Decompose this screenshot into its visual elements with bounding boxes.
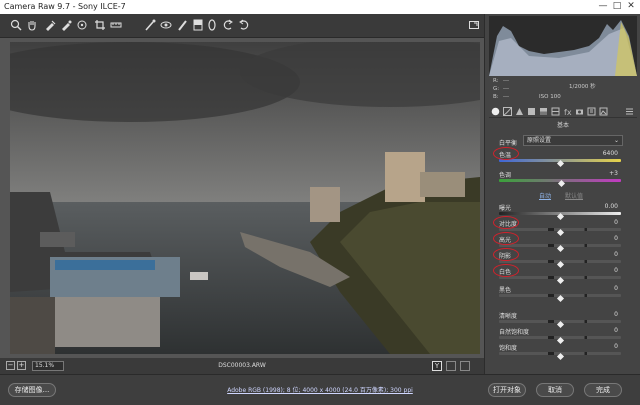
slider-thumb[interactable] — [556, 228, 564, 237]
highlight-oval — [493, 147, 519, 160]
done-button[interactable]: 完成 — [584, 383, 622, 397]
slider-value[interactable]: 0 — [614, 235, 618, 242]
slider-value[interactable]: 0 — [614, 311, 618, 318]
slider-label: 自然饱和度 — [499, 329, 530, 336]
compare-view-button[interactable] — [446, 361, 456, 371]
cancel-button[interactable]: 取消 — [536, 383, 574, 397]
chevron-down-icon: ⌄ — [613, 137, 619, 144]
highlight-oval — [493, 248, 519, 261]
section-title: 基本 — [556, 122, 569, 129]
slider-value[interactable]: +3 — [609, 170, 618, 177]
image-canvas[interactable] — [0, 38, 484, 358]
slider-thumb[interactable] — [556, 212, 564, 221]
minimize-button[interactable]: — — [596, 1, 610, 13]
slider-value[interactable]: 0 — [614, 251, 618, 258]
maximize-button[interactable]: □ — [610, 1, 624, 13]
graduated-filter-icon[interactable] — [192, 19, 204, 31]
slider-label: 色调 — [499, 172, 512, 179]
slider-thumb[interactable] — [556, 294, 564, 303]
highlight-oval — [493, 264, 519, 277]
slider-value[interactable]: 0 — [614, 267, 618, 274]
highlight-oval — [493, 232, 519, 245]
crop-icon[interactable] — [94, 19, 106, 31]
rotate-left-icon[interactable] — [222, 19, 234, 31]
white-balance-select[interactable]: 原照设置 ⌄ — [523, 135, 623, 146]
exif-info: R: --- G: --- B: --- 1/2000 秒 ISO 100 — [489, 76, 637, 102]
hand-icon[interactable] — [26, 19, 38, 31]
slider-label: 黑色 — [499, 287, 512, 294]
zoom-icon[interactable] — [10, 19, 22, 31]
adjustment-brush-icon[interactable] — [176, 19, 188, 31]
slider-label: 饱和度 — [499, 345, 518, 352]
shutter-speed: 1/2000 秒 — [569, 84, 596, 90]
targeted-adjust-icon[interactable] — [76, 19, 88, 31]
close-button[interactable]: ✕ — [624, 1, 638, 13]
window-title: Camera Raw 9.7 - Sony ILCE-7 — [4, 2, 126, 11]
presets-tab-icon[interactable] — [587, 107, 596, 116]
default-link[interactable]: 默认值 — [565, 191, 583, 200]
lens-tab-icon[interactable] — [551, 107, 560, 116]
panel-menu-icon[interactable] — [625, 107, 634, 116]
white-balance-label: 白平衡 — [499, 140, 518, 147]
slider-thumb[interactable] — [556, 159, 564, 168]
basic-tab-icon[interactable] — [491, 107, 500, 116]
swap-settings-button[interactable] — [460, 361, 470, 371]
slider-thumb[interactable] — [556, 320, 564, 329]
slider-label: 清晰度 — [499, 313, 518, 320]
slider-thumb[interactable] — [556, 244, 564, 253]
g-value: --- — [503, 86, 509, 92]
slider-thumb[interactable] — [556, 260, 564, 269]
detail-tab-icon[interactable] — [515, 107, 524, 116]
slider-value[interactable]: 0 — [614, 285, 618, 292]
slider-value[interactable]: 0 — [614, 327, 618, 334]
g-label: G: — [493, 86, 500, 92]
radial-filter-icon[interactable] — [206, 19, 218, 31]
slider-thumb[interactable] — [556, 276, 564, 285]
slider-value[interactable]: 0.00 — [605, 203, 618, 210]
histogram — [489, 16, 637, 76]
white-balance-value: 原照设置 — [527, 137, 552, 144]
b-label: B: — [493, 94, 499, 100]
white-balance-icon[interactable] — [44, 19, 56, 31]
highlight-oval — [493, 216, 519, 229]
iso-value: ISO 100 — [539, 94, 561, 100]
slider-label: 曝光 — [499, 205, 512, 212]
fullscreen-icon[interactable] — [468, 19, 480, 31]
b-value: --- — [503, 94, 509, 100]
color-sampler-icon[interactable] — [60, 19, 72, 31]
rotate-right-icon[interactable] — [238, 19, 250, 31]
straighten-icon[interactable] — [110, 19, 122, 31]
split-toning-tab-icon[interactable] — [539, 107, 548, 116]
open-object-button[interactable]: 打开对象 — [488, 383, 526, 397]
adjustment-panel: R: --- G: --- B: --- 1/2000 秒 ISO 100 fx… — [484, 14, 640, 374]
photo-preview — [10, 42, 480, 354]
view-toggle-button[interactable]: Y — [432, 361, 442, 371]
slider-thumb[interactable] — [556, 352, 564, 361]
hsl-tab-icon[interactable] — [527, 107, 536, 116]
slider-value[interactable]: 6400 — [603, 150, 618, 157]
image-status-bar: − + 15.1% DSC00003.ARW Y — [0, 358, 484, 374]
tone-curve-tab-icon[interactable] — [503, 107, 512, 116]
slider-value[interactable]: 0 — [614, 343, 618, 350]
window-titlebar: Camera Raw 9.7 - Sony ILCE-7 — □ ✕ — [0, 0, 640, 14]
bottom-bar: 存储图像... Adobe RGB (1998); 8 位; 4000 x 40… — [0, 374, 640, 405]
spot-removal-icon[interactable] — [144, 19, 156, 31]
slider-thumb[interactable] — [556, 336, 564, 345]
r-label: R: — [493, 78, 499, 84]
file-name-label: DSC00003.ARW — [218, 362, 266, 369]
auto-link[interactable]: 自动 — [539, 191, 551, 200]
svg-text:fx: fx — [564, 108, 572, 116]
slider-value[interactable]: 0 — [614, 219, 618, 226]
r-value: --- — [503, 78, 509, 84]
red-eye-icon[interactable] — [160, 19, 172, 31]
effects-tab-icon[interactable]: fx — [563, 107, 572, 116]
panel-tabs: fx — [489, 106, 637, 118]
snapshots-tab-icon[interactable] — [599, 107, 608, 116]
camera-calibration-tab-icon[interactable] — [575, 107, 584, 116]
